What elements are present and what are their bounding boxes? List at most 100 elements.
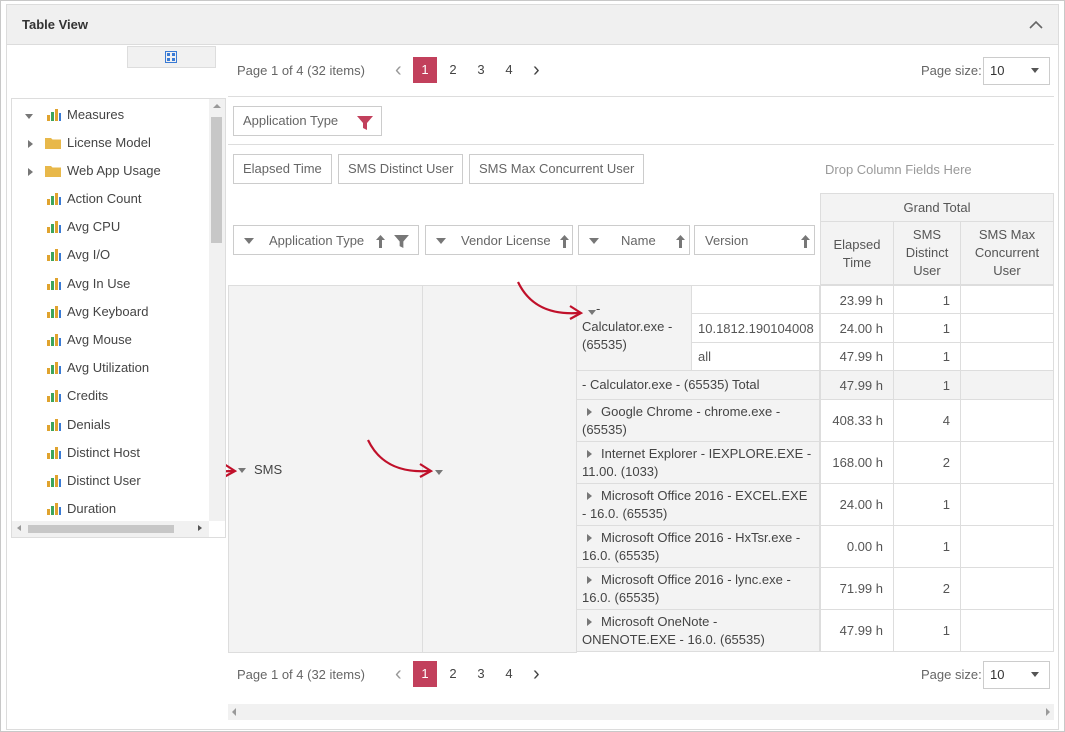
max-concurrent-cell	[961, 285, 1054, 314]
column-header-sms-distinct-user[interactable]: SMS Distinct User	[894, 222, 961, 285]
scroll-left-icon[interactable]	[232, 708, 236, 716]
page-3-button[interactable]: 3	[469, 661, 493, 687]
column-header-sms-max-concurrent-user[interactable]: SMS Max Concurrent User	[961, 222, 1054, 285]
dropdown-caret-icon	[1031, 672, 1039, 677]
window-frame: Table View Page 1 of 4 (32 items) ‹ 1 2 …	[0, 0, 1065, 732]
max-concurrent-cell	[961, 610, 1054, 652]
chevron-right-icon[interactable]	[28, 168, 33, 176]
page-size-select[interactable]: 10	[983, 57, 1050, 85]
tree-label: Measures	[67, 107, 125, 122]
tree-root-measures[interactable]: Measures	[12, 104, 207, 126]
pager-top: Page 1 of 4 (32 items) ‹ 1 2 3 4 › Page …	[237, 57, 1052, 87]
app-name-label: Internet Explorer - IEXPLORE.EXE - 11.00…	[582, 446, 812, 479]
tree-label: Avg Keyboard	[67, 303, 149, 319]
sort-arrow-icon[interactable]	[676, 235, 685, 248]
tree-measure-avg-i-o[interactable]: Avg I/O	[12, 244, 207, 266]
filter-icon[interactable]	[394, 235, 409, 248]
scroll-thumb[interactable]	[211, 117, 222, 243]
elapsed-time-cell: 47.99 h	[820, 610, 894, 652]
field-list-tree: Measures License Model Web App Usage Acti…	[11, 98, 226, 538]
scroll-left-icon[interactable]	[17, 525, 21, 531]
sort-arrow-icon[interactable]	[801, 235, 810, 248]
app-name-cell[interactable]: Microsoft Office 2016 - lync.exe - 16.0.…	[577, 568, 820, 610]
distinct-user-cell: 1	[894, 484, 961, 526]
row-field-version[interactable]: Version	[694, 225, 815, 255]
tree-measure-avg-mouse[interactable]: Avg Mouse	[12, 329, 207, 351]
chevron-up-icon[interactable]	[1028, 17, 1044, 33]
data-field-sms-distinct-user[interactable]: SMS Distinct User	[338, 154, 464, 184]
row-group-calculator: - Calculator.exe - (65535)	[577, 285, 692, 371]
chevron-right-icon[interactable]	[587, 450, 592, 458]
tree-label: Credits	[67, 388, 109, 404]
chevron-right-icon[interactable]	[28, 140, 33, 148]
tree-measure-avg-keyboard[interactable]: Avg Keyboard	[12, 301, 207, 323]
row-field-application-type[interactable]: Application Type	[233, 225, 419, 255]
chevron-right-icon[interactable]	[587, 534, 592, 542]
horizontal-scrollbar[interactable]	[228, 704, 1054, 720]
tree-measure-distinct-host[interactable]: Distinct Host	[12, 442, 207, 464]
tree-measure-distinct-user[interactable]: Distinct User	[12, 470, 207, 492]
tree-measure-action-count[interactable]: Action Count	[12, 188, 207, 210]
page-1-button[interactable]: 1	[413, 661, 437, 687]
chevron-down-icon[interactable]	[25, 114, 33, 119]
tree-measure-duration[interactable]: Duration	[12, 498, 207, 520]
elapsed-time-cell: 0.00 h	[820, 526, 894, 568]
page-4-button[interactable]: 4	[497, 661, 521, 687]
app-name-cell[interactable]: Microsoft Office 2016 - EXCEL.EXE - 16.0…	[577, 484, 820, 526]
max-concurrent-cell	[961, 526, 1054, 568]
sort-arrow-icon[interactable]	[376, 235, 385, 248]
page-size-label: Page size:	[921, 63, 982, 78]
tree-label: Avg Mouse	[67, 332, 132, 347]
app-name-cell[interactable]: Google Chrome - chrome.exe - (65535)	[577, 400, 820, 442]
page-2-button[interactable]: 2	[441, 57, 465, 83]
tree-measure-avg-cpu[interactable]: Avg CPU	[12, 216, 207, 238]
tree-folder-web-app-usage[interactable]: Web App Usage	[12, 160, 207, 182]
measure-bar-icon	[47, 277, 61, 290]
column-header-elapsed-time[interactable]: Elapsed Time	[820, 222, 894, 285]
row-field-label: Version	[705, 233, 749, 248]
scroll-right-icon[interactable]	[1046, 708, 1050, 716]
app-name-cell[interactable]: Microsoft OneNote - ONENOTE.EXE - 16.0. …	[577, 610, 820, 652]
chevron-right-icon[interactable]	[587, 618, 592, 626]
chevron-down-icon[interactable]	[588, 310, 596, 315]
chevron-right-icon[interactable]	[587, 576, 592, 584]
tree-horizontal-scrollbar[interactable]	[12, 521, 209, 537]
scroll-right-icon[interactable]	[198, 525, 202, 531]
scroll-up-icon[interactable]	[213, 104, 221, 108]
chevron-right-icon[interactable]	[587, 408, 592, 416]
scroll-thumb[interactable]	[28, 525, 174, 533]
field-list-button[interactable]	[127, 46, 216, 68]
sort-arrow-icon[interactable]	[560, 235, 569, 248]
distinct-user-cell: 2	[894, 568, 961, 610]
page-3-button[interactable]: 3	[469, 57, 493, 83]
app-name-cell[interactable]: Microsoft Office 2016 - HxTsr.exe - 16.0…	[577, 526, 820, 568]
prev-page-icon[interactable]: ‹	[395, 59, 402, 82]
next-page-icon[interactable]: ›	[533, 59, 540, 82]
row-field-vendor-license[interactable]: Vendor License	[425, 225, 573, 255]
dropdown-caret-icon	[1031, 68, 1039, 73]
tree-label: License Model	[67, 135, 151, 150]
tree-measure-avg-in-use[interactable]: Avg In Use	[12, 273, 207, 295]
data-field-sms-max-concurrent-user[interactable]: SMS Max Concurrent User	[469, 154, 645, 184]
tree-measure-credits[interactable]: Credits	[12, 385, 207, 407]
page-size-select[interactable]: 10	[983, 661, 1050, 689]
tree-measure-avg-utilization[interactable]: Avg Utilization	[12, 357, 207, 379]
prev-page-icon[interactable]: ‹	[395, 663, 402, 686]
page-1-button[interactable]: 1	[413, 57, 437, 83]
row-field-label: Application Type	[269, 233, 365, 248]
row-field-name[interactable]: Name	[578, 225, 690, 255]
curved-arrow-icon	[367, 439, 434, 478]
tree-measure-denials[interactable]: Denials	[12, 414, 207, 436]
page-4-button[interactable]: 4	[497, 57, 521, 83]
tree-label: Denials	[67, 416, 111, 432]
app-name-cell[interactable]: Internet Explorer - IEXPLORE.EXE - 11.00…	[577, 442, 820, 484]
filter-icon[interactable]	[357, 116, 373, 130]
next-page-icon[interactable]: ›	[533, 663, 540, 686]
filter-field-application-type[interactable]: Application Type	[233, 106, 382, 136]
data-field-elapsed-time[interactable]: Elapsed Time	[233, 154, 332, 184]
tree-vertical-scrollbar[interactable]	[209, 99, 225, 521]
page-size-label: Page size:	[921, 667, 982, 682]
page-2-button[interactable]: 2	[441, 661, 465, 687]
tree-folder-license-model[interactable]: License Model	[12, 132, 207, 154]
chevron-right-icon[interactable]	[587, 492, 592, 500]
